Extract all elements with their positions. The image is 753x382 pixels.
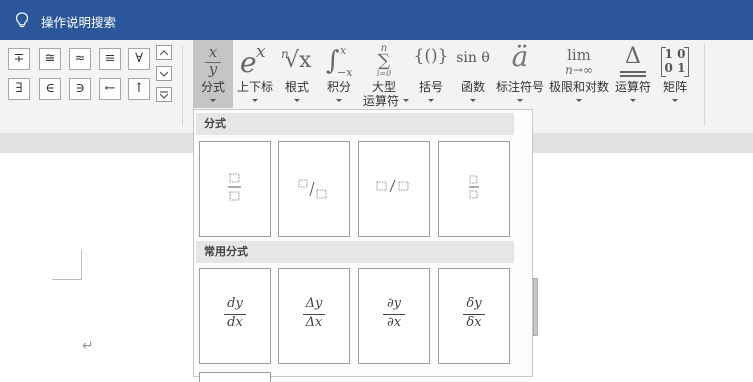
symbols-more-button[interactable] <box>156 87 172 102</box>
hidden-scrollbar <box>533 278 538 336</box>
tell-me-search[interactable]: 操作说明搜索 <box>41 12 116 31</box>
function-button[interactable]: sin θ 函数 <box>454 40 492 108</box>
accent-button[interactable]: ä 标注符号 <box>494 40 546 108</box>
radical-label: 根式 <box>284 80 309 94</box>
limit-log-label: 极限和对数 <box>548 80 609 94</box>
symbol-congruent[interactable]: ≅ <box>39 48 61 70</box>
fraction-gallery-dropdown: 分式 常用分式 dy dx Δy Δx ∂y ∂x δy δx <box>193 109 533 382</box>
title-bar: 操作说明搜索 <box>0 0 753 40</box>
chevron-down-icon <box>294 99 300 102</box>
radical-button[interactable]: n √x 根式 <box>279 40 315 108</box>
section-heading-fraction: 分式 <box>196 113 514 135</box>
margin-corner-mark <box>81 250 82 280</box>
paragraph-mark: ↵ <box>82 338 94 354</box>
chevron-down-icon <box>336 99 342 102</box>
limit-log-button[interactable]: lim n→∞ 极限和对数 <box>547 40 611 108</box>
integral-label: 积分 <box>326 80 351 94</box>
symbol-approx[interactable]: ≈ <box>69 48 91 70</box>
integral-button[interactable]: ∫ x −x 积分 <box>323 40 355 108</box>
matrix-button[interactable]: 1 0 0 1 矩阵 <box>656 40 694 108</box>
operator-label: 运算符 <box>614 80 651 94</box>
chevron-down-icon <box>470 99 476 102</box>
chevron-down-icon <box>403 99 409 102</box>
accent-label: 标注符号 <box>495 80 544 94</box>
chevron-down-icon <box>210 99 216 102</box>
fraction-button[interactable]: x y 分式 <box>193 40 233 108</box>
fraction-label: 分式 <box>200 80 225 94</box>
script-button[interactable]: e x 上下标 <box>234 40 276 108</box>
small-fraction-tile[interactable] <box>438 141 510 237</box>
common-fraction-partial-y-partial-x[interactable]: ∂y ∂x <box>358 268 430 364</box>
symbol-element-of[interactable]: ∈ <box>39 78 61 100</box>
linear-fraction-tile[interactable] <box>358 141 430 237</box>
symbol-up-arrow[interactable]: ↑ <box>128 78 150 100</box>
symbol-for-all[interactable]: ∀ <box>128 48 150 70</box>
large-operator-button[interactable]: n ∑ i=0 大型 运算符 <box>359 40 409 110</box>
script-label: 上下标 <box>236 80 273 94</box>
common-fraction-tile-partial[interactable] <box>199 372 271 382</box>
common-fraction-dy-dx[interactable]: dy dx <box>199 268 271 364</box>
accent-icon: ä <box>511 40 529 73</box>
common-fraction-small-delta-y-small-delta-x[interactable]: δy δx <box>438 268 510 364</box>
chevron-down-icon <box>517 99 523 102</box>
symbol-identical[interactable]: ≡ <box>99 48 121 70</box>
lightbulb-icon[interactable] <box>15 12 29 29</box>
matrix-label: 矩阵 <box>662 80 687 94</box>
bracket-button[interactable]: {()} 括号 <box>412 40 450 108</box>
operator-button[interactable]: Δ 运算符 <box>613 40 653 108</box>
section-heading-common-fractions: 常用分式 <box>196 241 514 263</box>
symbols-scroll-down-button[interactable] <box>156 66 172 81</box>
symbol-contains[interactable]: ∋ <box>69 78 91 100</box>
chevron-down-icon <box>252 99 258 102</box>
symbol-minus-plus[interactable]: ∓ <box>8 48 30 70</box>
stacked-fraction-tile[interactable] <box>199 141 271 237</box>
ribbon-separator <box>182 46 183 126</box>
skewed-fraction-tile[interactable] <box>278 141 350 237</box>
chevron-down-icon <box>428 99 434 102</box>
symbol-left-arrow[interactable]: ← <box>99 78 121 100</box>
common-fraction-delta-y-delta-x[interactable]: Δy Δx <box>278 268 350 364</box>
bracket-label: 括号 <box>418 80 443 94</box>
chevron-down-icon <box>672 99 678 102</box>
symbols-scroll-up-button[interactable] <box>156 45 172 60</box>
chevron-down-icon <box>576 99 582 102</box>
ribbon-separator <box>704 44 705 126</box>
large-operator-label-line2: 运算符 <box>362 94 399 108</box>
margin-corner-mark <box>52 279 82 280</box>
function-label: 函数 <box>460 80 485 94</box>
chevron-down-icon <box>630 99 636 102</box>
symbol-exists[interactable]: ∃ <box>8 78 30 100</box>
